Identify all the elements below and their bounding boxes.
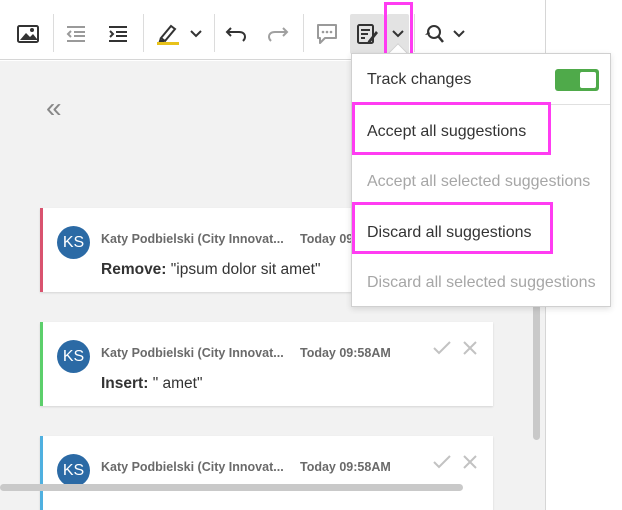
image-icon[interactable] — [14, 14, 42, 54]
redo-icon[interactable] — [264, 14, 292, 54]
highlight-frame — [352, 202, 553, 254]
suggestion-actions — [432, 340, 478, 361]
discard-suggestion-icon[interactable] — [462, 454, 478, 475]
discard-suggestion-icon[interactable] — [462, 340, 478, 361]
avatar: KS — [57, 340, 90, 373]
indent-icon[interactable] — [104, 14, 132, 54]
avatar: KS — [57, 226, 90, 259]
suggestion-body: Insert: " amet" — [101, 375, 202, 393]
collapse-sidebar-icon[interactable]: « — [46, 94, 61, 122]
suggestion-time: Today 09 — [300, 232, 354, 246]
chevron-down-icon[interactable] — [450, 14, 468, 54]
toolbar-separator — [414, 14, 415, 52]
suggestion-author: Katy Podbielski (City Innovat... — [101, 232, 284, 246]
suggestion-body: Remove: "ipsum dolor sit amet" — [101, 261, 320, 279]
accept-suggestion-icon[interactable] — [432, 454, 452, 475]
highlight-frame — [352, 102, 551, 155]
suggestion-type: Insert: — [101, 375, 149, 392]
toolbar — [0, 0, 545, 60]
suggestion-author: Katy Podbielski (City Innovat... — [101, 460, 284, 474]
track-changes-toggle[interactable] — [555, 69, 599, 91]
track-changes-icon[interactable] — [350, 14, 384, 54]
chevron-down-icon[interactable] — [186, 14, 206, 54]
suggestion-content: " amet" — [152, 375, 203, 392]
avatar: KS — [57, 454, 90, 487]
highlight-icon[interactable] — [154, 14, 182, 54]
accept-suggestion-icon[interactable] — [432, 340, 452, 361]
comment-icon[interactable] — [313, 14, 341, 54]
find-replace-icon[interactable] — [420, 14, 448, 54]
editor-window: « KS Katy Podbielski (City Innovat... To… — [0, 0, 622, 510]
suggestion-card[interactable]: KS Katy Podbielski (City Innovat... Toda… — [40, 436, 493, 510]
discard-selected-suggestions[interactable]: Discard all selected suggestions — [367, 274, 596, 292]
suggestion-author: Katy Podbielski (City Innovat... — [101, 346, 284, 360]
outdent-icon[interactable] — [62, 14, 90, 54]
undo-icon[interactable] — [222, 14, 250, 54]
suggestion-actions — [432, 454, 478, 475]
toolbar-separator — [143, 14, 144, 52]
suggestion-time: Today 09:58AM — [300, 460, 391, 474]
suggestion-content: "ipsum dolor sit amet" — [170, 261, 321, 278]
suggestion-time: Today 09:58AM — [300, 346, 391, 360]
vertical-scrollbar[interactable] — [533, 300, 540, 440]
horizontal-scrollbar[interactable] — [0, 484, 463, 491]
suggestion-type: Remove: — [101, 261, 167, 278]
suggestion-card[interactable]: KS Katy Podbielski (City Innovat... Toda… — [40, 322, 493, 406]
toggle-knob — [580, 72, 596, 88]
toolbar-separator — [53, 14, 54, 52]
accept-selected-suggestions[interactable]: Accept all selected suggestions — [367, 173, 590, 191]
track-changes-menu: Track changes Accept all suggestions Acc… — [351, 53, 611, 307]
toolbar-separator — [303, 14, 304, 52]
toolbar-separator — [214, 14, 215, 52]
track-changes-label: Track changes — [367, 71, 472, 88]
